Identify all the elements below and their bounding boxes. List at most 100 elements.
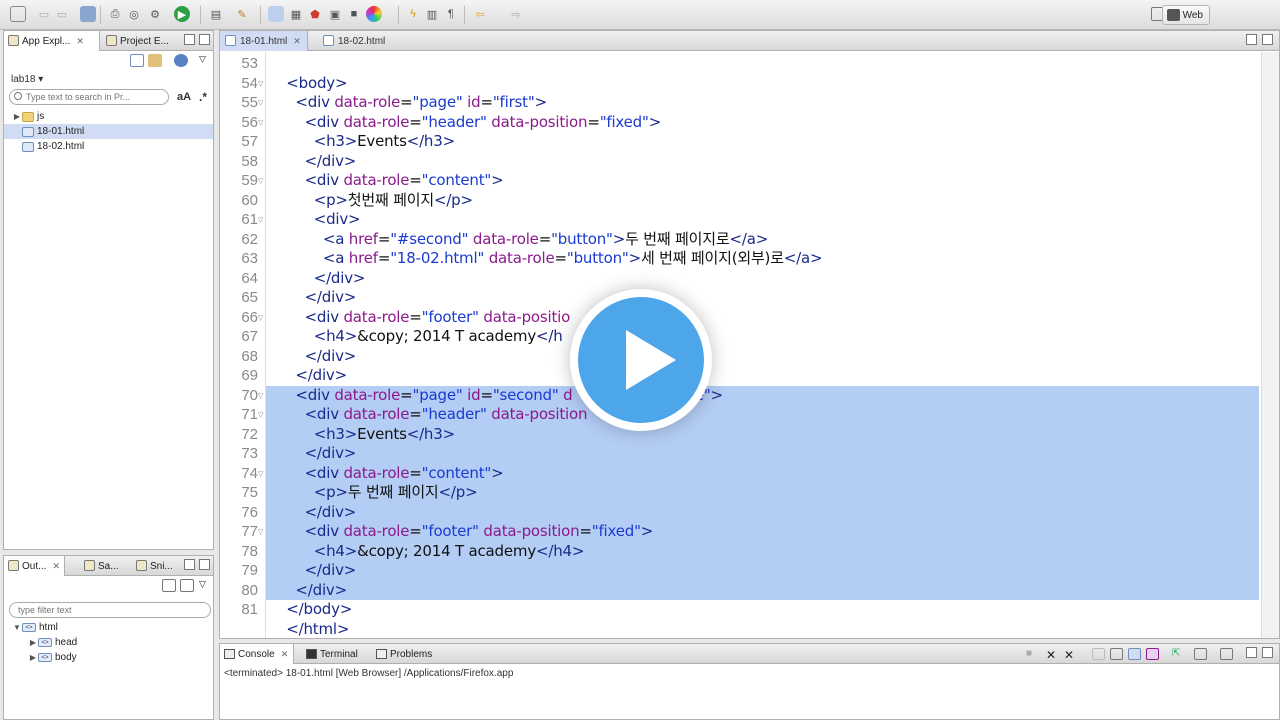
outline-item-body[interactable]: ▶ <> body [12, 650, 212, 665]
tree-item-js[interactable]: ▶ js [4, 109, 213, 124]
tab-samples[interactable]: Sa... [80, 556, 123, 576]
code-line[interactable]: 66 ▽ <div data-role="footer" data-positio [220, 308, 1260, 328]
code-line[interactable]: 55 ▽ <div data-role="page" id="first"> [220, 93, 1260, 113]
vertical-scrollbar[interactable] [1261, 52, 1279, 638]
code-line[interactable]: 68 </div> [220, 347, 1260, 367]
display-console-icon[interactable] [1194, 648, 1207, 660]
code-line[interactable]: 59 ▽ <div data-role="content"> [220, 171, 1260, 191]
close-icon[interactable]: ✕ [281, 649, 289, 660]
code-line[interactable]: 79 </div> [220, 561, 1260, 581]
expand-arrow-icon[interactable]: ▶ [12, 112, 22, 121]
tab-snippets[interactable]: Sni... [132, 556, 177, 576]
print-icon[interactable] [80, 6, 96, 22]
remove-launch-icon[interactable]: ✕ [1046, 648, 1059, 662]
code-line[interactable]: 53 [220, 54, 1260, 74]
close-icon[interactable]: ✕ [52, 561, 60, 572]
fold-toggle-icon[interactable]: ▽ [258, 411, 263, 419]
html5-icon[interactable]: ⬟ [307, 6, 323, 22]
code-area[interactable]: 53 54 ▽ <body> 55 ▽ <div data-role="page" i… [220, 52, 1279, 638]
color-wheel-icon[interactable] [366, 6, 382, 22]
fold-toggle-icon[interactable]: ▽ [258, 314, 263, 322]
fold-toggle-icon[interactable]: ▽ [258, 177, 263, 185]
wand-icon[interactable]: ✎ [234, 6, 250, 22]
code-line[interactable]: 63 <a href="18-02.html" data-role="butto… [220, 249, 1260, 269]
code-line[interactable]: 56 ▽ <div data-role="header" data-positio… [220, 113, 1260, 133]
explorer-search-input[interactable] [9, 89, 169, 105]
tree-item-18-01-html[interactable]: 18-01.html [4, 124, 213, 139]
code-line[interactable]: </html> [220, 620, 1260, 639]
code-line[interactable]: 72 <h3>Events</h3> [220, 425, 1260, 445]
fold-toggle-icon[interactable]: ▽ [258, 80, 263, 88]
fold-toggle-icon[interactable]: ▽ [258, 392, 263, 400]
minimize-icon[interactable] [1246, 34, 1257, 45]
code-line[interactable]: 80 </div> [220, 581, 1260, 601]
tab-project-explorer[interactable]: Project E... [102, 31, 173, 51]
outline-filter-input[interactable] [9, 602, 211, 618]
pin-console-icon[interactable]: ⇱ [1172, 648, 1185, 660]
image-icon[interactable]: ▣ [327, 6, 343, 22]
fold-toggle-icon[interactable]: ▽ [258, 470, 263, 478]
video-play-button[interactable] [570, 289, 712, 431]
tab-problems[interactable]: Problems [372, 644, 437, 664]
monitor-icon[interactable]: ■ [346, 6, 362, 22]
perspective-web-button[interactable]: Web [1161, 5, 1210, 25]
sort-icon[interactable] [162, 579, 176, 592]
fold-toggle-icon[interactable]: ▽ [258, 216, 263, 224]
maximize-icon[interactable] [199, 559, 210, 570]
layout-icon[interactable] [268, 6, 284, 22]
code-line[interactable]: 78 <h4>&copy; 2014 T academy</h4> [220, 542, 1260, 562]
code-line[interactable]: 58 </div> [220, 152, 1260, 172]
editor-tab-18-02[interactable]: 18-02.html [318, 31, 391, 51]
code-line[interactable]: 70 ▽ <div data-role="page" id="second" d … [220, 386, 1260, 406]
table-icon[interactable]: ▥ [424, 6, 440, 22]
save-icon[interactable]: ▭ [36, 6, 52, 22]
close-icon[interactable]: ✕ [76, 36, 84, 47]
regex-toggle[interactable]: .* [199, 90, 207, 104]
remove-all-icon[interactable]: ✕ [1064, 648, 1077, 662]
tab-console[interactable]: Console ✕ [220, 644, 295, 664]
maximize-icon[interactable] [1262, 34, 1273, 45]
minimize-icon[interactable] [184, 34, 195, 45]
code-line[interactable]: 71 ▽ <div data-role="header" data-positio… [220, 405, 1260, 425]
code-line[interactable]: 77 ▽ <div data-role="footer" data-positio… [220, 522, 1260, 542]
deploy-icon[interactable]: ⎙ [107, 6, 123, 22]
code-line[interactable]: 69 </div> [220, 366, 1260, 386]
expand-arrow-icon[interactable]: ▶ [28, 638, 38, 647]
clear-console-icon[interactable] [1092, 648, 1105, 660]
tab-terminal[interactable]: Terminal [302, 644, 363, 664]
new-icon[interactable] [10, 6, 26, 22]
link-editor-icon[interactable] [174, 54, 188, 67]
minimize-icon[interactable] [1246, 647, 1257, 658]
outline-item-head[interactable]: ▶ <> head [12, 635, 212, 650]
code-line[interactable]: 74 ▽ <div data-role="content"> [220, 464, 1260, 484]
code-line[interactable]: 76 </div> [220, 503, 1260, 523]
filter-icon[interactable] [180, 579, 194, 592]
fold-toggle-icon[interactable]: ▽ [258, 528, 263, 536]
outline-item-html[interactable]: ▼ <> html [12, 620, 212, 635]
save-all-icon[interactable]: ▭ [54, 6, 70, 22]
view-menu-icon[interactable]: ▽ [199, 54, 213, 67]
code-line[interactable]: 75 <p>두 번째 페이지</p> [220, 483, 1260, 503]
forward-icon[interactable]: ⇨ [508, 6, 524, 22]
code-line[interactable]: 67 <h4>&copy; 2014 T academy</h [220, 327, 1260, 347]
expand-arrow-icon[interactable]: ▶ [28, 653, 38, 662]
scroll-lock-icon[interactable] [1110, 648, 1123, 660]
code-line[interactable]: 73 </div> [220, 444, 1260, 464]
code-line[interactable]: 81 </body> [220, 600, 1260, 620]
show-on-error-icon[interactable] [1146, 648, 1159, 660]
code-line[interactable]: 54 ▽ <body> [220, 74, 1260, 94]
maximize-icon[interactable] [1262, 647, 1273, 658]
project-selector[interactable]: lab18 ▾ [4, 71, 213, 87]
stop-icon[interactable]: ■ [1026, 648, 1039, 660]
fold-toggle-icon[interactable]: ▽ [258, 99, 263, 107]
code-line[interactable]: 64 </div> [220, 269, 1260, 289]
lightning-icon[interactable]: ϟ [405, 6, 421, 22]
show-on-output-icon[interactable] [1128, 648, 1141, 660]
code-line[interactable]: 60 <p>첫번째 페이지</p> [220, 191, 1260, 211]
editor-tab-18-01[interactable]: 18-01.html ✕ [220, 31, 308, 51]
collapse-arrow-icon[interactable]: ▼ [12, 623, 22, 632]
maximize-icon[interactable] [199, 34, 210, 45]
open-console-icon[interactable] [1220, 648, 1233, 660]
view-menu-icon[interactable]: ▽ [199, 579, 213, 592]
code-line[interactable]: 62 <a href="#second" data-role="button">… [220, 230, 1260, 250]
